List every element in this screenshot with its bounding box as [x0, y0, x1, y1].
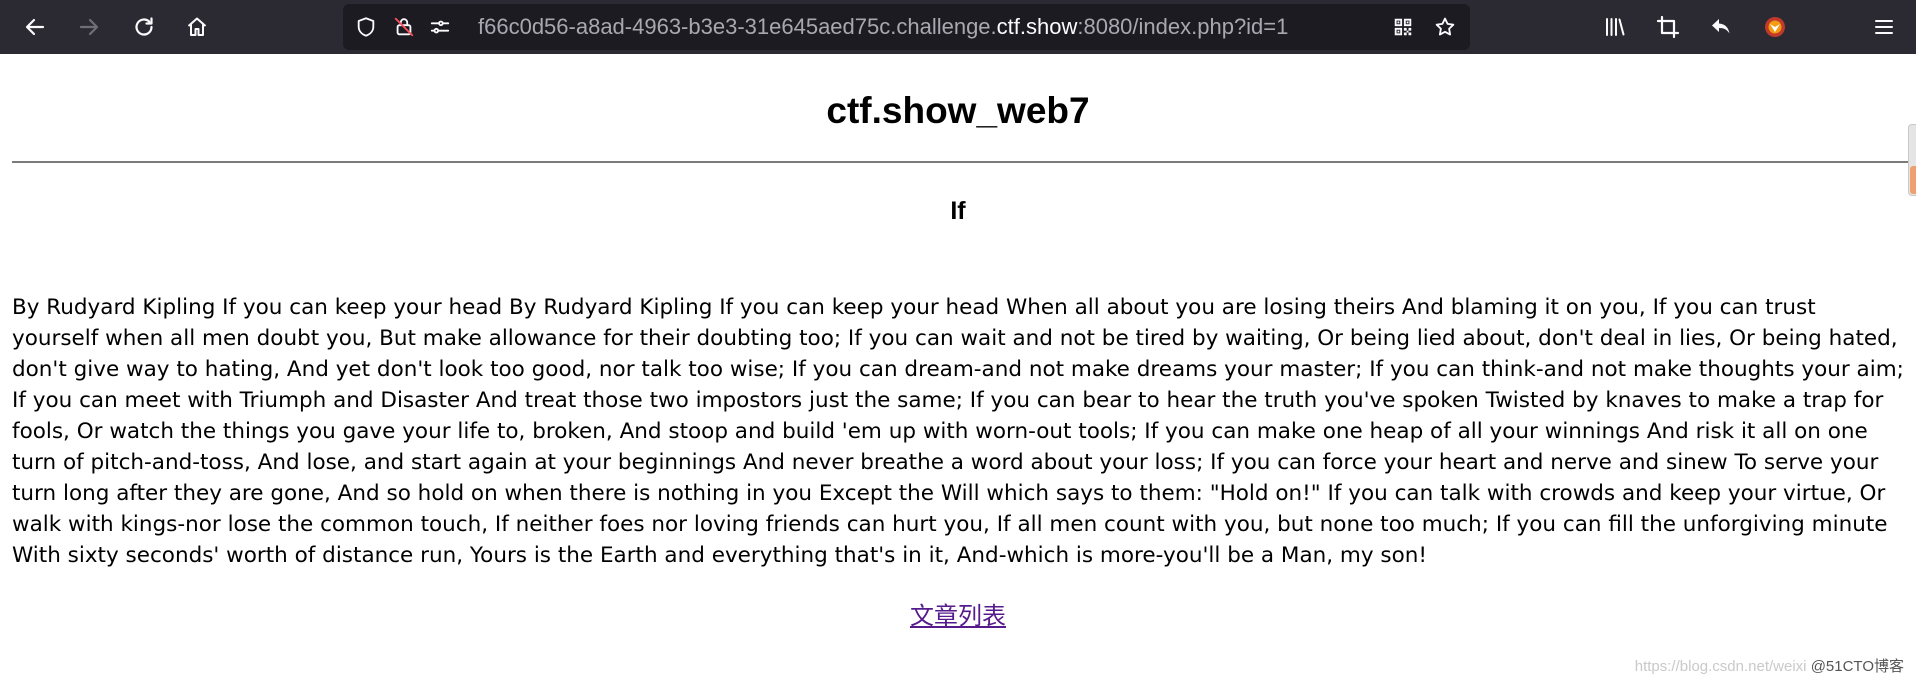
avatar-icon — [1765, 17, 1785, 37]
undo-button[interactable] — [1703, 9, 1739, 45]
article-body: By Rudyard Kipling If you can keep your … — [12, 295, 1904, 568]
watermark-url: https://blog.csdn.net/weixi — [1634, 658, 1807, 675]
arrow-right-icon — [79, 18, 99, 36]
web-page: ctf.show_web7 If By Rudyard Kipling If y… — [0, 54, 1916, 682]
qr-code-button[interactable] — [1391, 15, 1415, 39]
sliders-icon — [430, 20, 450, 34]
camera-blocked-icon — [394, 17, 414, 37]
site-info-button[interactable] — [428, 15, 452, 39]
article-title: If — [950, 197, 966, 225]
home-icon — [187, 17, 207, 36]
watermark: https://blog.csdn.net/weixi @51CTO博客 — [1635, 655, 1904, 676]
arrow-left-icon — [25, 18, 45, 36]
library-button[interactable] — [1597, 9, 1633, 45]
reload-button[interactable] — [126, 9, 162, 45]
home-button[interactable] — [179, 9, 215, 45]
url-text[interactable]: f66c0d56-a8ad-4963-b3e3-31e645aed75c.cha… — [478, 14, 1288, 40]
back-button[interactable] — [17, 9, 53, 45]
hamburger-menu-icon — [1875, 20, 1893, 34]
horizontal-rule — [12, 161, 1916, 163]
browser-toolbar: f66c0d56-a8ad-4963-b3e3-31e645aed75c.cha… — [0, 0, 1916, 54]
undo-icon — [1712, 19, 1730, 34]
article-list-link[interactable]: 文章列表 — [910, 602, 1006, 630]
url-bar[interactable]: f66c0d56-a8ad-4963-b3e3-31e645aed75c.cha… — [343, 4, 1470, 50]
url-prefix: f66c0d56-a8ad-4963-b3e3-31e645aed75c.cha… — [478, 14, 997, 39]
bookmark-button[interactable] — [1433, 15, 1457, 39]
shield-icon — [357, 17, 375, 37]
reload-icon — [135, 17, 153, 36]
crop-icon — [1656, 15, 1680, 39]
screenshot-button[interactable] — [1650, 9, 1686, 45]
app-menu-button[interactable] — [1866, 9, 1902, 45]
qr-code-icon — [1394, 18, 1412, 36]
permissions-button[interactable] — [392, 15, 416, 39]
article-list-link-wrap: 文章列表 — [0, 599, 1916, 633]
url-host: ctf.show — [996, 14, 1078, 39]
forward-button[interactable] — [71, 9, 107, 45]
url-suffix: :8080/index.php?id=1 — [1077, 14, 1289, 39]
library-icon — [1606, 18, 1625, 36]
star-icon — [1435, 17, 1455, 36]
watermark-brand: @51CTO博客 — [1810, 658, 1904, 675]
tracking-protection-button[interactable] — [354, 15, 378, 39]
sidebar-scroll-tab-accent — [1910, 166, 1916, 194]
page-title: ctf.show_web7 — [826, 90, 1090, 131]
extension-button[interactable] — [1757, 9, 1793, 45]
